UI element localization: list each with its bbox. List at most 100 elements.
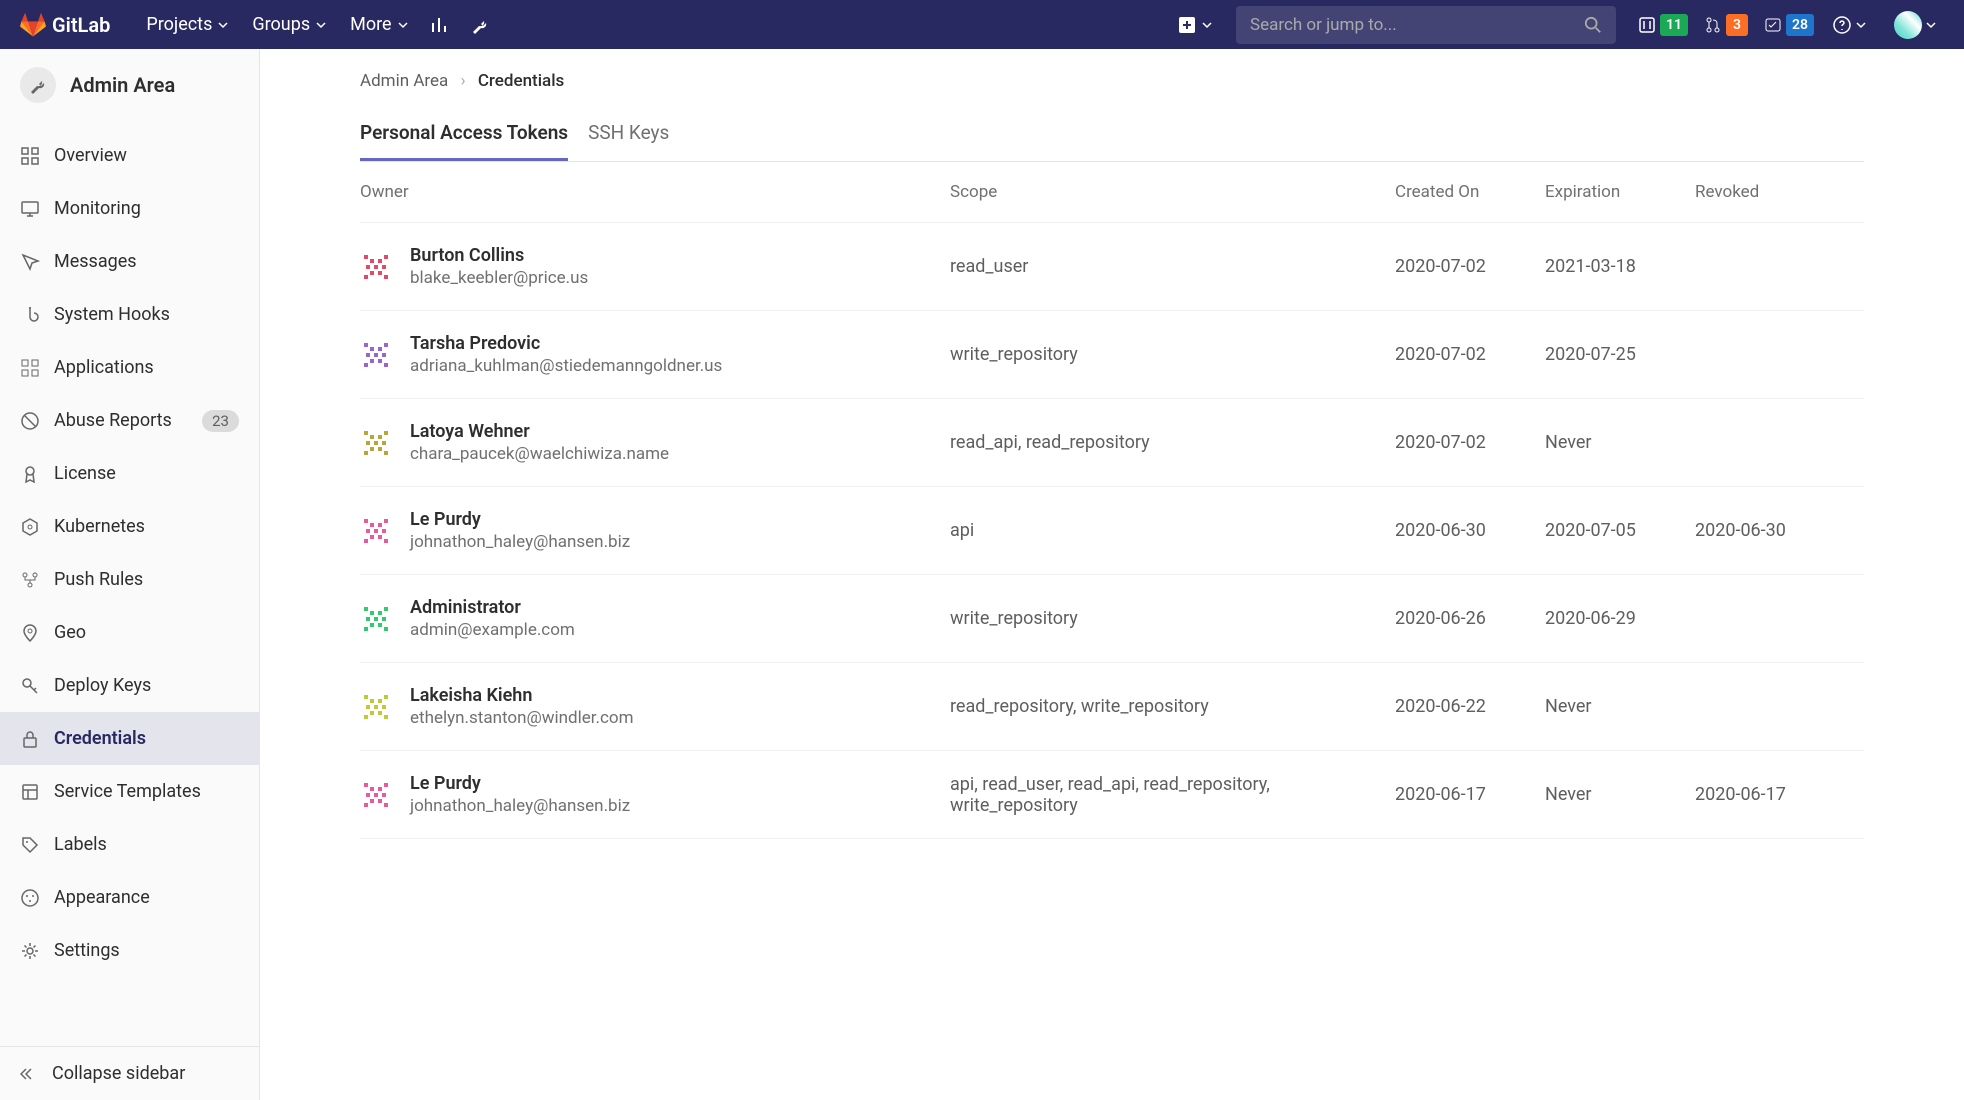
nav-groups[interactable]: Groups	[240, 14, 338, 35]
owner-name[interactable]: Administrator	[410, 597, 575, 618]
created-cell: 2020-06-22	[1395, 696, 1545, 717]
expiration-cell: 2020-07-05	[1545, 520, 1695, 541]
scope-cell: read_user	[950, 256, 1395, 277]
nav-plus[interactable]	[1168, 16, 1222, 34]
sidebar: Admin Area OverviewMonitoringMessagesSys…	[0, 49, 260, 1100]
sidebar-item-abuse-reports[interactable]: Abuse Reports23	[0, 394, 259, 447]
owner-avatar[interactable]	[360, 515, 392, 547]
nav-more[interactable]: More	[338, 14, 419, 35]
th-scope: Scope	[950, 182, 1395, 202]
sidebar-item-overview[interactable]: Overview	[0, 129, 259, 182]
help-icon	[1832, 15, 1852, 35]
issues-icon	[1638, 16, 1656, 34]
expiration-cell: 2021-03-18	[1545, 256, 1695, 277]
sidebar-item-label: Geo	[54, 622, 86, 643]
hook-icon	[20, 305, 40, 325]
settings-icon	[20, 941, 40, 961]
search-icon	[1584, 16, 1602, 34]
push-icon	[20, 570, 40, 590]
label-icon	[20, 835, 40, 855]
tab-ssh[interactable]: SSH Keys	[588, 107, 669, 161]
sidebar-item-service-templates[interactable]: Service Templates	[0, 765, 259, 818]
sidebar-item-messages[interactable]: Messages	[0, 235, 259, 288]
tab-pat[interactable]: Personal Access Tokens	[360, 107, 568, 161]
sidebar-item-license[interactable]: License	[0, 447, 259, 500]
nav-issues[interactable]: 11	[1638, 14, 1688, 36]
sidebar-item-credentials[interactable]: Credentials	[0, 712, 259, 765]
sidebar-item-monitoring[interactable]: Monitoring	[0, 182, 259, 235]
sidebar-item-label: Labels	[54, 834, 107, 855]
chart-icon	[430, 15, 450, 35]
template-icon	[20, 782, 40, 802]
scope-cell: api	[950, 520, 1395, 541]
license-icon	[20, 464, 40, 484]
key-icon	[20, 676, 40, 696]
owner-avatar[interactable]	[360, 339, 392, 371]
revoked-cell: 2020-06-30	[1695, 520, 1845, 541]
chevron-down-icon	[1856, 20, 1866, 30]
merge-icon	[1704, 16, 1722, 34]
credentials-table: Owner Scope Created On Expiration Revoke…	[360, 162, 1864, 839]
owner-cell: Tarsha Predovicadriana_kuhlman@stiedeman…	[360, 333, 950, 376]
sidebar-item-geo[interactable]: Geo	[0, 606, 259, 659]
brand-logo[interactable]: GitLab	[20, 12, 110, 38]
search-input[interactable]	[1250, 15, 1584, 35]
created-cell: 2020-06-30	[1395, 520, 1545, 541]
sidebar-item-labels[interactable]: Labels	[0, 818, 259, 871]
owner-name[interactable]: Latoya Wehner	[410, 421, 669, 442]
search-box[interactable]	[1236, 6, 1616, 44]
owner-email: blake_keebler@price.us	[410, 268, 588, 288]
owner-name[interactable]: Burton Collins	[410, 245, 588, 266]
table-header: Owner Scope Created On Expiration Revoke…	[360, 162, 1864, 223]
nav-analytics[interactable]	[420, 15, 460, 35]
owner-email: admin@example.com	[410, 620, 575, 640]
table-row: Administratoradmin@example.comwrite_repo…	[360, 575, 1864, 663]
created-cell: 2020-06-17	[1395, 784, 1545, 805]
main-content: Admin Area › Credentials Personal Access…	[260, 49, 1964, 839]
breadcrumb-current: Credentials	[478, 71, 564, 91]
owner-name[interactable]: Tarsha Predovic	[410, 333, 722, 354]
owner-avatar[interactable]	[360, 691, 392, 723]
th-created: Created On	[1395, 182, 1545, 202]
sidebar-item-deploy-keys[interactable]: Deploy Keys	[0, 659, 259, 712]
owner-cell: Le Purdyjohnathon_haley@hansen.biz	[360, 509, 950, 552]
owner-name[interactable]: Le Purdy	[410, 509, 630, 530]
owner-avatar[interactable]	[360, 603, 392, 635]
breadcrumb-root[interactable]: Admin Area	[360, 71, 448, 91]
sidebar-item-label: Appearance	[54, 887, 150, 908]
sidebar-item-kubernetes[interactable]: Kubernetes	[0, 500, 259, 553]
lock-icon	[20, 729, 40, 749]
scope-cell: read_repository, write_repository	[950, 696, 1395, 717]
nav-projects[interactable]: Projects	[134, 14, 240, 35]
owner-avatar[interactable]	[360, 427, 392, 459]
sidebar-item-settings[interactable]: Settings	[0, 924, 259, 977]
owner-avatar[interactable]	[360, 251, 392, 283]
owner-name[interactable]: Lakeisha Kiehn	[410, 685, 633, 706]
expiration-cell: 2020-07-25	[1545, 344, 1695, 365]
owner-name[interactable]: Le Purdy	[410, 773, 630, 794]
nav-admin-wrench[interactable]	[460, 15, 500, 35]
user-avatar	[1894, 11, 1922, 39]
nav-merge-requests[interactable]: 3	[1704, 14, 1748, 36]
brand-text: GitLab	[52, 13, 110, 37]
sidebar-item-applications[interactable]: Applications	[0, 341, 259, 394]
apps-icon	[20, 358, 40, 378]
owner-avatar[interactable]	[360, 779, 392, 811]
collapse-sidebar[interactable]: Collapse sidebar	[0, 1046, 259, 1100]
expiration-cell: Never	[1545, 432, 1695, 453]
breadcrumb-sep: ›	[461, 71, 466, 91]
sidebar-title[interactable]: Admin Area	[0, 49, 259, 121]
sidebar-item-push-rules[interactable]: Push Rules	[0, 553, 259, 606]
sidebar-item-system-hooks[interactable]: System Hooks	[0, 288, 259, 341]
nav-help[interactable]	[1822, 15, 1876, 35]
issues-count: 11	[1660, 14, 1688, 36]
geo-icon	[20, 623, 40, 643]
nav-todos[interactable]: 28	[1764, 14, 1814, 36]
sidebar-item-appearance[interactable]: Appearance	[0, 871, 259, 924]
table-row: Lakeisha Kiehnethelyn.stanton@windler.co…	[360, 663, 1864, 751]
nav-user-menu[interactable]	[1884, 11, 1936, 39]
table-row: Le Purdyjohnathon_haley@hansen.bizapi202…	[360, 487, 1864, 575]
th-expiration: Expiration	[1545, 182, 1695, 202]
owner-cell: Lakeisha Kiehnethelyn.stanton@windler.co…	[360, 685, 950, 728]
table-row: Tarsha Predovicadriana_kuhlman@stiedeman…	[360, 311, 1864, 399]
